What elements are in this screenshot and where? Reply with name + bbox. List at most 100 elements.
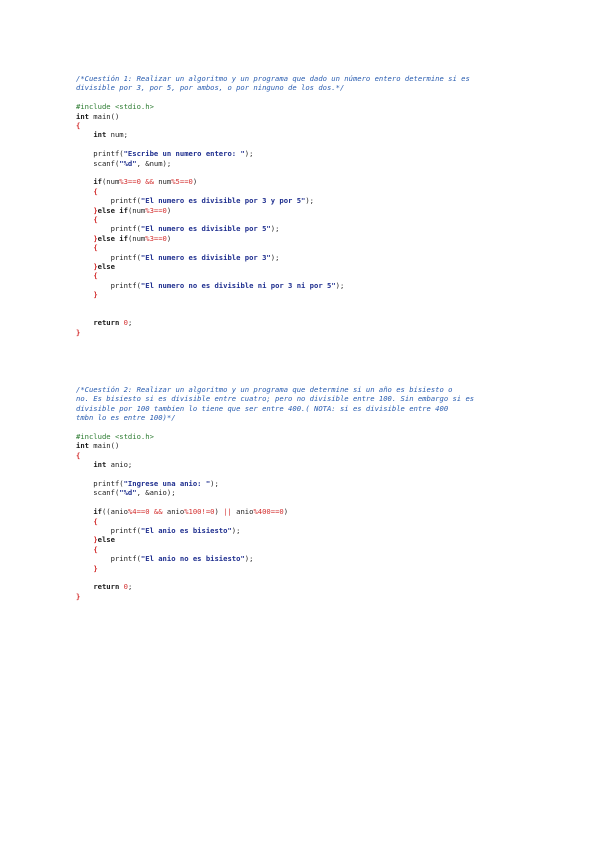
code-token-op: %3==0 — [145, 205, 167, 215]
code-token-keyword: else if — [97, 233, 128, 243]
code-line: printf("El numero es divisible por 5"); — [76, 224, 280, 233]
code-token-text: ); — [244, 554, 254, 564]
code-token-op: || — [223, 507, 232, 517]
code-token-text: scanf( — [76, 158, 120, 168]
code-line: scanf("%d", &num); — [76, 159, 171, 168]
code-line: int num; — [76, 130, 128, 139]
code-line: { — [76, 545, 97, 554]
code-token-text: printf( — [76, 252, 141, 262]
code-token-comment: no. Es bisiesto si es divisible entre cu… — [76, 394, 475, 404]
code-token-keyword: else if — [97, 205, 128, 215]
code-line: { — [76, 271, 98, 281]
code-token-brace: } — [76, 591, 81, 601]
code-token-text: (num — [127, 233, 146, 243]
code-token-text: ) — [166, 205, 172, 215]
code-line: } — [76, 563, 98, 573]
code-line: { — [76, 451, 80, 460]
code-token-keyword: int — [76, 441, 89, 451]
code-line: scanf("%d", &anio); — [76, 488, 176, 498]
code-token-brace: } — [93, 290, 98, 300]
code-token-comment: /*Cuestión 1: Realizar un algoritmo y un… — [76, 74, 470, 83]
code-token-text: ; — [127, 582, 133, 592]
code-token-text: main() — [88, 441, 120, 451]
code-token-brace: { — [93, 271, 98, 281]
code-token-op: %400==0 — [253, 507, 284, 517]
code-token-brace: { — [93, 516, 98, 526]
code-token-text: printf( — [76, 526, 141, 535]
code-token-keyword: int — [93, 460, 107, 470]
code-token-text: (num — [101, 177, 120, 187]
code-token-comment: divisible por 3, por 5, por ambos, o por… — [76, 83, 345, 93]
code-token-brace: { — [76, 450, 81, 460]
code-token-keyword: int — [76, 111, 89, 121]
code-token-brace: { — [76, 121, 81, 130]
code-line: printf("Escribe un numero entero: "); — [76, 149, 253, 158]
code-token-text: ); — [305, 196, 315, 206]
code-line: int main() — [76, 441, 119, 450]
code-token-text: ); — [270, 252, 280, 262]
code-line: }else — [76, 535, 115, 544]
code-token-text: ); — [210, 479, 219, 488]
code-line: }else if(num%3==0) — [76, 206, 171, 215]
code-token-preproc: #include <stdio.h> — [76, 102, 154, 112]
code-token-op: %3==0 && — [119, 177, 159, 187]
code-token-op: %100!=0 — [184, 507, 215, 517]
code-token-text: anio; — [106, 460, 133, 470]
code-token-text: ) — [166, 233, 172, 243]
code-token-string: "El anio no es bisiesto" — [140, 554, 245, 564]
code-token-text: , &num); — [136, 158, 172, 168]
code-token-text: printf( — [76, 149, 124, 159]
code-token-keyword: else — [97, 535, 115, 545]
code-token-text: num — [158, 177, 172, 187]
code-token-text: scanf( — [76, 488, 120, 498]
code-token-brace: { — [93, 186, 98, 196]
code-line: if((anio%4==0 && anio%100!=0) || anio%40… — [76, 507, 288, 516]
code-line: { — [76, 516, 98, 526]
code-token-text: anio — [231, 507, 254, 517]
code-line: printf("El numero no es divisible ni por… — [76, 280, 345, 290]
code-token-text: printf( — [76, 479, 124, 488]
code-token-text: anio — [166, 507, 185, 517]
code-token-op: %3==0 — [145, 233, 167, 243]
code-token-text: printf( — [76, 280, 141, 290]
code-line: no. Es bisiesto si es divisible entre cu… — [76, 394, 474, 403]
code-token-text: ((anio — [101, 507, 128, 517]
code-line: printf("Ingrese una anio: "); — [76, 479, 219, 488]
code-token-text: ) — [192, 177, 198, 187]
code-token-comment: /*Cuestión 2: Realizar un algoritmo y un… — [76, 385, 453, 394]
code-token-text: , &anio); — [136, 488, 176, 498]
code-token-keyword: return — [93, 582, 120, 592]
code-token-string: "%d" — [119, 488, 137, 498]
code-line: { — [76, 121, 80, 130]
code-line: int anio; — [76, 460, 132, 469]
code-token-string: "Ingrese una anio: " — [123, 479, 211, 488]
code-line: }else — [76, 262, 115, 271]
code-line: { — [76, 243, 98, 253]
code-token-string: "Escribe un numero entero: " — [123, 149, 245, 159]
code-token-keyword: else — [97, 262, 115, 271]
code-token-text: printf( — [76, 196, 141, 206]
code-token-brace: { — [93, 243, 98, 253]
code-token-text: main() — [88, 111, 120, 121]
code-token-keyword: return — [93, 318, 120, 328]
code-line: printf("El anio no es bisiesto"); — [76, 554, 254, 564]
code-token-brace: } — [93, 563, 98, 573]
code-line: } — [76, 328, 80, 337]
code-token-text: (num — [127, 205, 146, 215]
code-line: } — [76, 592, 80, 601]
code-line: divisible por 3, por 5, por ambos, o por… — [76, 83, 344, 92]
code-line: if(num%3==0 && num%5==0) — [76, 177, 197, 186]
code-token-brace: { — [93, 215, 98, 224]
code-line: divisible por 100 tambien lo tiene que s… — [76, 404, 448, 413]
code-line: tmbn lo es entre 100)*/ — [76, 413, 176, 422]
